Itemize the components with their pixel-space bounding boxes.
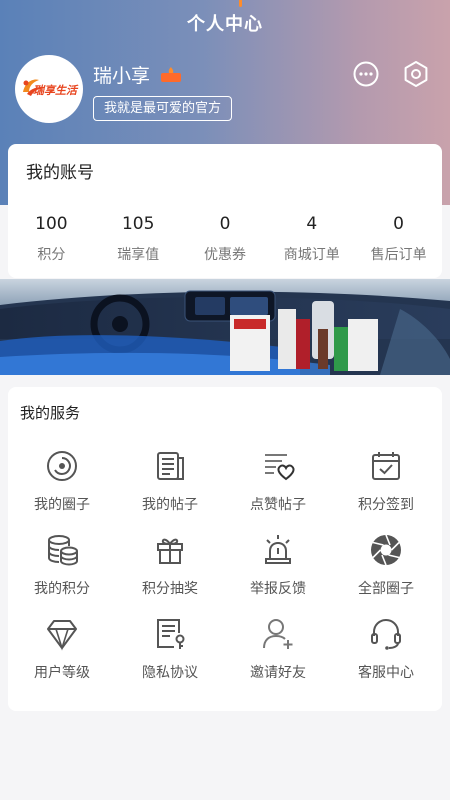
service-label: 隐私协议 — [142, 665, 198, 681]
like-list-icon — [265, 454, 295, 481]
service-label: 积分抽奖 — [142, 581, 198, 597]
stat-mall-orders[interactable]: 4 商城订单 — [268, 214, 355, 264]
service-label: 用户等级 — [34, 665, 90, 681]
status-indicator — [239, 0, 242, 7]
account-stats: 100 积分 105 瑞享值 0 优惠券 4 商城订单 0 售后订单 — [8, 214, 442, 264]
headset-icon — [371, 618, 401, 650]
stat-value: 0 — [219, 214, 231, 234]
account-card: 我的账号 100 积分 105 瑞享值 0 优惠券 4 商城订单 0 售后订单 — [8, 144, 442, 278]
stat-coupons[interactable]: 0 优惠券 — [182, 214, 269, 264]
service-label: 客服中心 — [358, 665, 414, 681]
services-card: 我的服务 我的圈子 我的帖子 点赞帖子 积分签到 我的积分 积分抽奖 举报反馈 … — [8, 387, 442, 711]
service-label: 积分签到 — [358, 497, 414, 513]
service-label: 我的帖子 — [142, 497, 198, 513]
brand-logo: 瑞享生活 — [19, 74, 79, 104]
page-title: 个人中心 — [187, 14, 263, 35]
stat-after-sales[interactable]: 0 售后订单 — [355, 214, 442, 264]
circle-icon — [47, 451, 77, 481]
avatar[interactable]: 瑞享生活 — [15, 55, 83, 123]
stat-label: 商城订单 — [283, 247, 340, 263]
service-liked-posts[interactable]: 点赞帖子 — [224, 445, 332, 525]
service-privacy[interactable]: 隐私协议 — [116, 613, 224, 693]
banner-image — [0, 279, 450, 375]
stat-label: 售后订单 — [370, 247, 427, 263]
account-title: 我的账号 — [26, 163, 94, 183]
service-checkin[interactable]: 积分签到 — [332, 445, 440, 525]
service-customer-center[interactable]: 客服中心 — [332, 613, 440, 693]
posts-icon — [157, 452, 184, 480]
service-label: 点赞帖子 — [250, 497, 306, 513]
stat-points[interactable]: 100 积分 — [8, 214, 95, 264]
settings-icon[interactable] — [402, 60, 430, 88]
stat-value: 0 — [393, 214, 404, 234]
promo-banner[interactable] — [0, 279, 450, 375]
service-label: 全部圈子 — [358, 581, 414, 597]
calendar-check-icon — [372, 452, 400, 480]
diamond-icon — [47, 620, 77, 651]
stat-ruixiang-value[interactable]: 105 瑞享值 — [95, 214, 182, 264]
stat-value: 4 — [306, 214, 318, 234]
service-user-level[interactable]: 用户等级 — [8, 613, 116, 693]
stat-label: 积分 — [37, 247, 66, 263]
add-user-icon — [263, 619, 293, 649]
stat-label: 优惠券 — [203, 247, 246, 263]
service-label: 我的圈子 — [34, 497, 90, 513]
alarm-icon — [265, 535, 291, 564]
service-my-points[interactable]: 我的积分 — [8, 529, 116, 609]
gift-icon — [157, 538, 183, 564]
coins-icon — [48, 535, 78, 566]
service-my-circles[interactable]: 我的圈子 — [8, 445, 116, 525]
service-label: 举报反馈 — [250, 581, 306, 597]
level-badge-icon — [161, 67, 181, 82]
service-label: 我的积分 — [34, 581, 90, 597]
message-icon[interactable] — [352, 60, 380, 88]
signature-tag[interactable]: 我就是最可爱的官方 — [93, 96, 233, 121]
stat-value: 100 — [35, 214, 68, 234]
username: 瑞小享 — [93, 65, 151, 87]
service-invite[interactable]: 邀请好友 — [224, 613, 332, 693]
service-lottery[interactable]: 积分抽奖 — [116, 529, 224, 609]
services-title: 我的服务 — [20, 404, 81, 422]
aperture-icon — [371, 534, 401, 566]
document-key-icon — [157, 619, 185, 649]
stat-label: 瑞享值 — [117, 247, 160, 263]
brand-logo-text: 瑞享生活 — [33, 84, 77, 97]
service-my-posts[interactable]: 我的帖子 — [116, 445, 224, 525]
service-all-circles[interactable]: 全部圈子 — [332, 529, 440, 609]
service-label: 邀请好友 — [250, 665, 306, 681]
service-report[interactable]: 举报反馈 — [224, 529, 332, 609]
stat-value: 105 — [121, 214, 155, 234]
